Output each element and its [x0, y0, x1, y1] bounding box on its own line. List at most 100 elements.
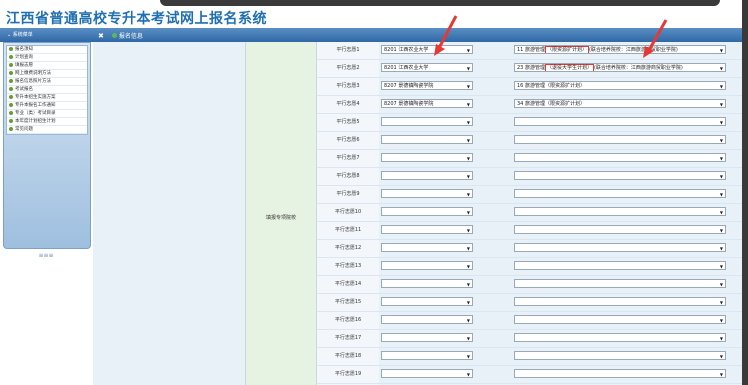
school-select[interactable]: ▼ [381, 135, 473, 144]
school-select[interactable]: ▼ [381, 225, 473, 234]
school-select[interactable]: ▼ [381, 171, 473, 180]
school-select[interactable]: ▼ [381, 297, 473, 306]
sidebar-item[interactable]: 考试报名 [7, 86, 87, 94]
major-select[interactable]: 16 旅游管理（限资源扩计划） ▼ [514, 81, 726, 90]
school-select[interactable]: ▼ [381, 153, 473, 162]
sidebar-item-label: 报名须知 [15, 47, 33, 52]
close-icon[interactable]: ✖ [98, 32, 104, 40]
major-select[interactable]: 34 旅游管理（限资源扩计划） ▼ [514, 99, 726, 108]
table-row: 平行志愿15 ▼ ▼ [317, 294, 742, 312]
dropdown-arrow-icon: ▼ [466, 336, 470, 341]
sidebar-item-label: 专业（类）考试目录 [15, 111, 56, 116]
school-select[interactable]: ▼ [381, 369, 473, 378]
sidebar-item[interactable]: 报名信息照片方法 [7, 78, 87, 86]
table-row: 平行志愿4 8207 景德镇陶瓷学院 ▼ 34 旅游管理（限资源扩计划） ▼ [317, 96, 742, 114]
major-select[interactable]: 11 旅游管理 （限资源扩计划） (联合培养院校：江西旅游商贸职业学院) ▼ [514, 45, 726, 54]
choice-label: 平行志愿4 [317, 96, 379, 113]
school-select[interactable]: ▼ [381, 117, 473, 126]
menu-bullet-icon [9, 94, 13, 99]
highlight-box: （退役大学生计划） [544, 64, 594, 71]
major-select[interactable]: ▼ [514, 333, 726, 342]
major-extra: (联合培养院校：江西旅游商贸职业学院) [593, 65, 683, 71]
sidebar-item[interactable]: 专升本报名工作通知 [7, 102, 87, 110]
major-select[interactable]: ▼ [514, 117, 726, 126]
table-row: 平行志愿7 ▼ ▼ [317, 150, 742, 168]
dropdown-arrow-icon: ▼ [719, 120, 723, 125]
major-select[interactable]: ▼ [514, 153, 726, 162]
dropdown-arrow-icon: ▼ [719, 228, 723, 233]
dropdown-arrow-icon: ▼ [719, 48, 723, 53]
dropdown-arrow-icon: ▼ [466, 318, 470, 323]
choice-label: 平行志愿12 [317, 240, 379, 257]
school-select[interactable]: 8207 景德镇陶瓷学院 ▼ [381, 99, 473, 108]
sidebar-item[interactable]: 常见问题 [7, 126, 87, 134]
sidebar-item[interactable]: 网上缴费说明方法 [7, 70, 87, 78]
school-select[interactable]: ▼ [381, 189, 473, 198]
table-row: 平行志愿10 ▼ ▼ [317, 204, 742, 222]
school-select[interactable]: ▼ [381, 207, 473, 216]
school-select[interactable]: ▼ [381, 315, 473, 324]
choice-label: 平行志愿3 [317, 78, 379, 95]
group-label: 填报专项院校 [265, 215, 296, 221]
sidebar-item-label: 网上缴费说明方法 [15, 71, 51, 76]
major-select[interactable]: 23 旅游管理 （退役大学生计划） (联合培养院校：江西旅游商贸职业学院) ▼ [514, 63, 726, 72]
school-select[interactable]: 8207 景德镇陶瓷学院 ▼ [381, 81, 473, 90]
menu-bullet-icon [9, 118, 13, 123]
table-row: 平行志愿18 ▼ ▼ [317, 348, 742, 366]
sidebar-item-label: 常见问题 [15, 127, 33, 132]
sidebar-item[interactable]: 填报志愿 [7, 62, 87, 70]
choice-label: 平行志愿17 [317, 330, 379, 347]
dropdown-arrow-icon: ▼ [466, 48, 470, 53]
dropdown-arrow-icon: ▼ [466, 138, 470, 143]
major-select[interactable]: ▼ [514, 171, 726, 180]
tab-icon [111, 33, 117, 38]
major-select[interactable]: ▼ [514, 225, 726, 234]
dropdown-arrow-icon: ▼ [719, 300, 723, 305]
dropdown-arrow-icon: ▼ [719, 138, 723, 143]
major-select[interactable]: ▼ [514, 189, 726, 198]
major-select[interactable]: ▼ [514, 243, 726, 252]
dropdown-arrow-icon: ▼ [466, 282, 470, 287]
dropdown-arrow-icon: ▼ [466, 246, 470, 251]
tab-current[interactable]: 报名信息 [111, 31, 143, 40]
dropdown-arrow-icon: ▼ [466, 228, 470, 233]
school-select[interactable]: ▼ [381, 261, 473, 270]
major-select[interactable]: ▼ [514, 297, 726, 306]
school-select[interactable]: ▼ [381, 279, 473, 288]
major-value: 16 旅游管理（限资源扩计划） [517, 83, 585, 89]
major-select[interactable]: ▼ [514, 135, 726, 144]
menu-bullet-icon [9, 54, 13, 59]
blank-cell [93, 42, 246, 385]
sidebar-item[interactable]: 计划查询 [7, 54, 87, 62]
dropdown-arrow-icon: ▼ [719, 156, 723, 161]
dropdown-arrow-icon: ▼ [719, 372, 723, 377]
table-row: 平行志愿12 ▼ ▼ [317, 240, 742, 258]
choice-label: 平行志愿11 [317, 222, 379, 239]
major-select[interactable]: ▼ [514, 369, 726, 378]
menu-bullet-icon [9, 78, 13, 83]
sidebar-item[interactable]: 本年度计划招生计划 [7, 118, 87, 126]
dropdown-arrow-icon: ▼ [466, 372, 470, 377]
dropdown-arrow-icon: ▼ [466, 156, 470, 161]
dropdown-arrow-icon: ▼ [466, 192, 470, 197]
school-select[interactable]: ▼ [381, 243, 473, 252]
table-row: 平行志愿6 ▼ ▼ [317, 132, 742, 150]
major-select[interactable]: ▼ [514, 279, 726, 288]
school-select[interactable]: 8201 江西农业大学 ▼ [381, 63, 473, 72]
sidebar-item[interactable]: 报名须知 [7, 46, 87, 54]
app-title: 江西省普通高校专升本考试网上报名系统 [6, 11, 267, 27]
scrollbar[interactable] [742, 0, 748, 385]
dropdown-arrow-icon: ▼ [719, 84, 723, 89]
table-row: 平行志愿14 ▼ ▼ [317, 276, 742, 294]
major-select[interactable]: ▼ [514, 315, 726, 324]
major-select[interactable]: ▼ [514, 207, 726, 216]
dropdown-arrow-icon: ▼ [466, 174, 470, 179]
sidebar-item[interactable]: 专升本招生实施方案 [7, 94, 87, 102]
major-select[interactable]: ▼ [514, 261, 726, 270]
major-select[interactable]: ▼ [514, 351, 726, 360]
sidebar-item-label: 考试报名 [15, 87, 33, 92]
sidebar-item[interactable]: 专业（类）考试目录 [7, 110, 87, 118]
choice-label: 平行志愿18 [317, 348, 379, 365]
school-select[interactable]: ▼ [381, 351, 473, 360]
school-select[interactable]: ▼ [381, 333, 473, 342]
